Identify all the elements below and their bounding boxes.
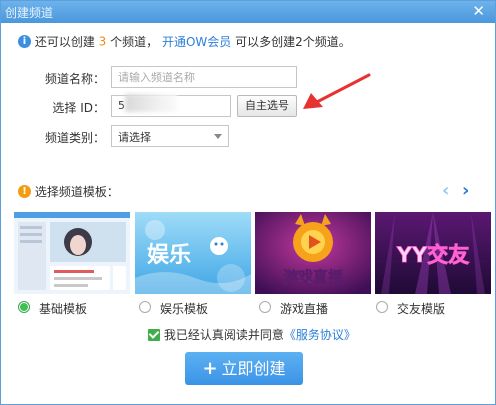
channel-id-value: 5 (118, 99, 125, 112)
exclamation-icon: ! (18, 185, 31, 198)
title-bar[interactable]: 创建频道 ✕ (1, 1, 495, 23)
category-select[interactable]: 请选择 (111, 125, 229, 147)
template-radio-entertainment[interactable] (139, 301, 151, 313)
window-title: 创建频道 (5, 6, 54, 20)
create-now-button[interactable]: + 立即创建 (185, 352, 303, 385)
category-label: 频道类别： (44, 131, 105, 145)
template-label-basic: 基础模板 (39, 302, 88, 316)
ow-member-link[interactable]: 开通OW会员 (162, 35, 231, 49)
template-radio-basic[interactable] (18, 301, 30, 313)
info-icon: i (18, 35, 31, 48)
info-mid: 个频道， (110, 35, 159, 49)
remaining-count: 3 (98, 34, 107, 49)
template-thumb-entertainment[interactable]: 娱乐 (135, 212, 251, 294)
close-icon[interactable]: ✕ (472, 2, 485, 20)
template-section-heading: ! 选择频道模板： (18, 183, 119, 201)
template-thumb-dating[interactable]: YY交友 (375, 212, 491, 294)
pointer-arrow-icon (303, 73, 371, 109)
channel-name-label: 频道名称： (44, 72, 105, 86)
next-template-icon[interactable]: › (462, 181, 469, 201)
dating-thumb-text: YY交友 (396, 243, 469, 267)
plus-icon: + (202, 358, 218, 379)
agree-checkbox[interactable] (148, 328, 160, 341)
agreement-row: 我已经认真阅读并同意《服务协议》 (148, 326, 356, 342)
entertainment-thumb-text: 娱乐 (147, 243, 191, 268)
channel-id-label: 选择 ID： (52, 101, 105, 115)
info-prefix: 还可以创建 (34, 35, 95, 49)
game-thumb-text: 游戏直播 (283, 268, 344, 286)
template-thumb-basic[interactable] (14, 212, 130, 294)
prev-template-icon[interactable]: ‹ (442, 181, 449, 201)
create-now-label: 立即创建 (221, 359, 286, 378)
template-label-dating: 交友模版 (397, 302, 446, 316)
chevron-down-icon (214, 134, 222, 139)
custom-id-button[interactable]: 自主选号 (237, 95, 297, 117)
template-label-entertainment: 娱乐模板 (160, 302, 209, 316)
channel-name-input[interactable] (111, 66, 297, 88)
info-suffix: 可以多创建2个频道。 (235, 35, 351, 49)
template-label-game: 游戏直播 (280, 302, 329, 316)
template-radio-dating[interactable] (376, 301, 388, 313)
template-heading-text: 选择频道模板： (34, 185, 119, 199)
category-value: 请选择 (118, 131, 151, 144)
template-thumb-game[interactable]: 游戏直播 (255, 212, 371, 294)
quota-info: i 还可以创建 3 个频道， 开通OW会员 可以多创建2个频道。 (18, 33, 351, 53)
service-agreement-link[interactable]: 《服务协议》 (284, 328, 356, 342)
create-channel-dialog: 创建频道 ✕ i 还可以创建 3 个频道， 开通OW会员 可以多创建2个频道。 … (0, 0, 496, 405)
id-blur-mask (125, 94, 177, 112)
agree-text: 我已经认真阅读并同意 (163, 328, 284, 342)
template-radio-game[interactable] (259, 301, 271, 313)
